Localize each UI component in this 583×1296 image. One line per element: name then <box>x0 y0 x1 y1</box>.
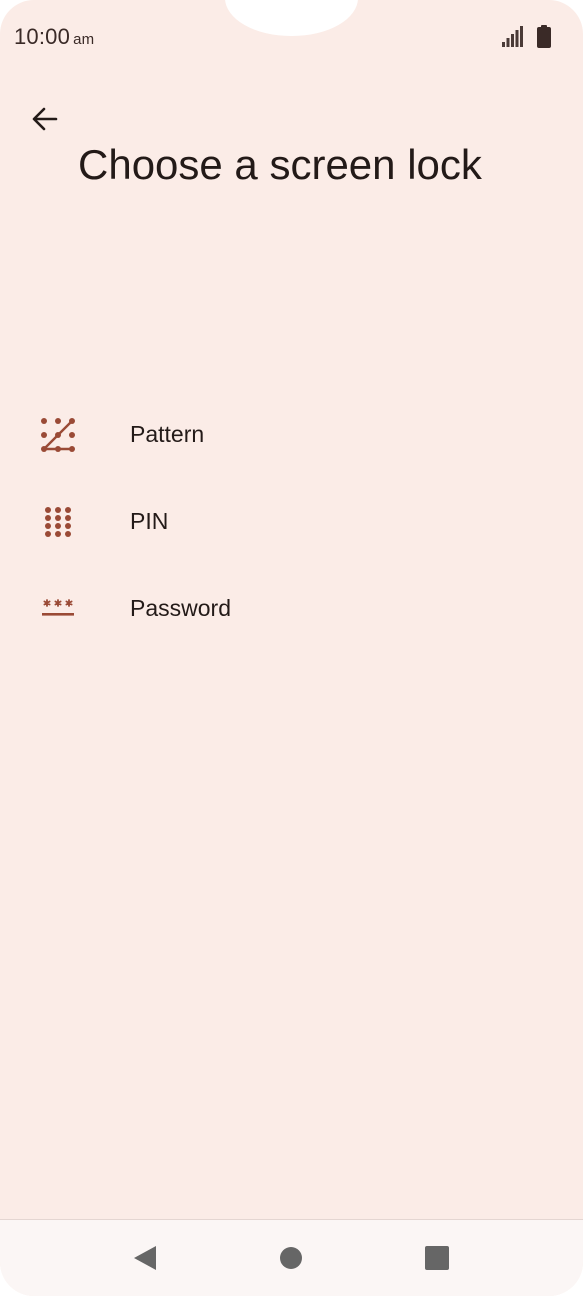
status-time: 10:00 am <box>14 24 94 50</box>
nav-home-icon <box>280 1247 302 1269</box>
screen: 10:00 am Choose a screen lock Pattern PI… <box>0 0 583 1296</box>
nav-back-icon <box>134 1246 156 1270</box>
arrow-left-icon <box>32 107 58 131</box>
page-title: Choose a screen lock <box>78 141 482 188</box>
option-pin-label: PIN <box>130 508 169 534</box>
option-pattern-label: Pattern <box>130 421 205 447</box>
option-password-label: Password <box>130 595 231 621</box>
option-pin[interactable]: PIN <box>0 478 583 565</box>
screen-lock-options: Pattern PIN Password <box>0 391 583 652</box>
battery-icon <box>537 25 551 48</box>
password-icon <box>40 591 76 627</box>
status-time-ampm: am <box>73 31 95 48</box>
pin-icon <box>40 504 76 540</box>
pattern-icon <box>40 417 76 453</box>
nav-recents-icon <box>425 1246 449 1270</box>
status-time-value: 10:00 <box>14 24 71 49</box>
status-bar: 10:00 am <box>0 0 583 76</box>
navigation-bar <box>0 1219 583 1296</box>
option-pattern[interactable]: Pattern <box>0 391 583 478</box>
signal-icon <box>502 26 523 47</box>
back-button[interactable] <box>22 96 68 142</box>
option-password[interactable]: Password <box>0 565 583 652</box>
nav-home-button[interactable] <box>271 1238 311 1278</box>
nav-recents-button[interactable] <box>417 1238 457 1278</box>
nav-back-button[interactable] <box>125 1238 165 1278</box>
